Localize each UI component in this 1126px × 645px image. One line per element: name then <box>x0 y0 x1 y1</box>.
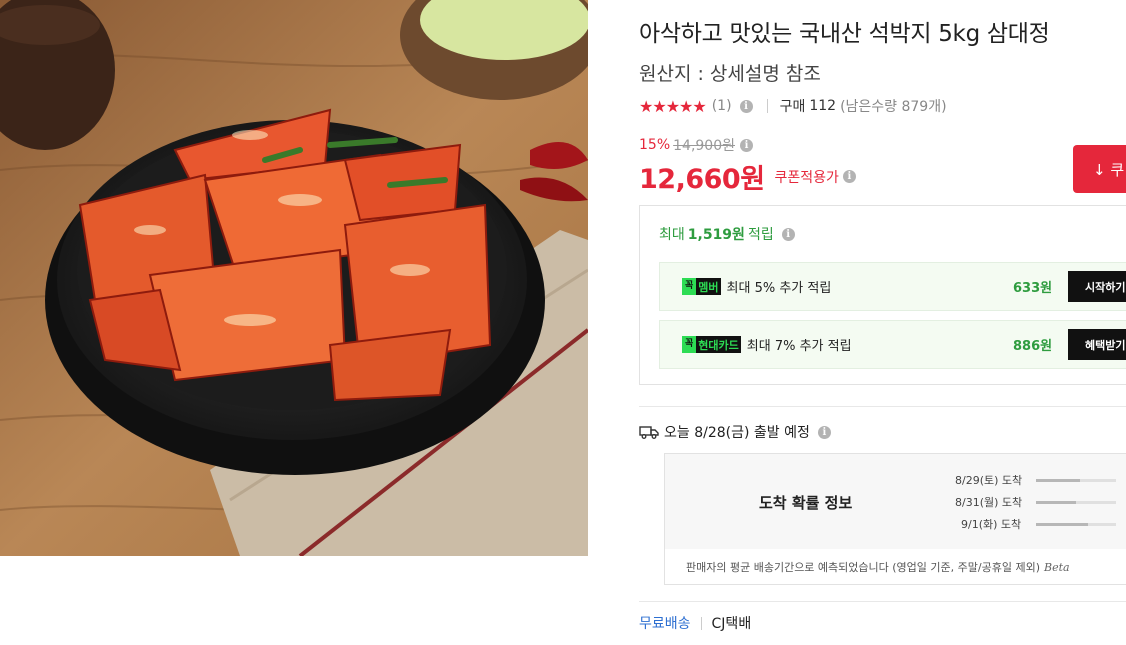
member-badge: 꼭 멤버 <box>682 278 721 295</box>
check-icon: 꼭 <box>682 336 697 353</box>
reward-max-amount: 1,519원 <box>687 227 745 243</box>
arrival-probability-bar <box>1036 479 1116 482</box>
reward-head-prefix: 최대 <box>659 227 685 243</box>
reward-summary: 최대 1,519원 적립 i <box>659 224 795 244</box>
arrival-note-text: 판매자의 평균 배송기간으로 예측되었습니다 (영업일 기준, 주말/공휴일 제… <box>686 561 1040 574</box>
price-row: 12,660원 쿠폰적용가 i <box>639 157 856 196</box>
badge-label: 멤버 <box>698 280 719 294</box>
arrival-date: 9/1(화) 도착 <box>961 518 1022 531</box>
coupon-download-button[interactable]: ↓ 쿠 <box>1073 145 1126 193</box>
arrival-probability-bar <box>1036 523 1116 526</box>
divider <box>700 616 702 630</box>
get-benefit-button[interactable]: 혜택받기 <box>1068 329 1126 360</box>
reward-desc: 최대 7% 추가 적립 <box>746 339 852 354</box>
product-origin: 원산지 : 상세설명 참조 <box>639 63 821 85</box>
start-button[interactable]: 시작하기 <box>1068 271 1126 302</box>
arrival-title: 도착 확률 정보 <box>759 494 853 512</box>
info-icon[interactable]: i <box>781 227 795 241</box>
coupon-price-label: 쿠폰적용가 <box>774 169 839 186</box>
divider <box>766 99 768 113</box>
original-price: 14,900원 <box>673 138 735 154</box>
info-icon[interactable]: i <box>842 170 856 183</box>
stock-remaining: (남은수량 879개) <box>840 99 947 115</box>
beta-label: Beta <box>1043 561 1070 574</box>
divider <box>639 406 1126 407</box>
departure-row: 오늘 8/28(금) 출발 예정 i <box>639 422 831 442</box>
reward-row-card: 꼭 현대카드 최대 7% 추가 적립 886원 혜택받기 <box>659 320 1126 369</box>
purchase-count: 112 <box>809 98 837 114</box>
card-badge: 꼭 현대카드 <box>682 336 741 353</box>
info-icon[interactable]: i <box>739 99 753 113</box>
reward-amount: 633원 <box>1013 281 1053 296</box>
purchase-label: 구매 <box>779 99 806 115</box>
discount-row: 15% 14,900원 i <box>639 135 753 155</box>
info-icon[interactable]: i <box>817 425 831 439</box>
departure-text: 오늘 8/28(금) 출발 예정 <box>664 425 810 441</box>
reward-amount: 886원 <box>1013 339 1053 354</box>
badge-label: 현대카드 <box>698 338 739 352</box>
arrival-probability-box: 도착 확률 정보 8/29(토) 도착 8/31(월) 도착 9/1(화) 도착… <box>664 453 1126 585</box>
check-icon: 꼭 <box>682 278 697 295</box>
review-count[interactable]: (1) <box>712 98 732 114</box>
arrival-probability-bar <box>1036 501 1116 504</box>
carrier-name: CJ택배 <box>711 616 752 632</box>
reward-head-suffix: 적립 <box>747 227 774 243</box>
arrival-panel: 도착 확률 정보 8/29(토) 도착 8/31(월) 도착 9/1(화) 도착 <box>665 454 1126 549</box>
reward-desc: 최대 5% 추가 적립 <box>726 281 832 296</box>
truck-icon <box>639 426 659 439</box>
sale-price: 12,660원 <box>639 164 765 195</box>
product-image <box>0 0 588 556</box>
shipping-methods: 무료배송 CJ택배 <box>639 613 751 633</box>
arrival-date: 8/31(월) 도착 <box>955 496 1023 509</box>
info-icon[interactable]: i <box>740 138 753 152</box>
arrival-date: 8/29(토) 도착 <box>955 474 1023 487</box>
free-shipping-link[interactable]: 무료배송 <box>639 613 691 633</box>
arrival-note: 판매자의 평균 배송기간으로 예측되었습니다 (영업일 기준, 주말/공휴일 제… <box>686 559 1070 575</box>
discount-rate: 15% <box>639 137 671 153</box>
reward-row-member: 꼭 멤버 최대 5% 추가 적립 633원 시작하기 <box>659 262 1126 311</box>
rating-row: ★★★★★ (1) i 구매 112 (남은수량 879개) <box>639 95 947 117</box>
divider <box>639 601 1126 602</box>
star-rating[interactable]: ★★★★★ <box>639 97 707 116</box>
reward-box: 최대 1,519원 적립 i 꼭 멤버 최대 5% 추가 적립 633원 시작하… <box>639 205 1126 385</box>
product-title: 아삭하고 맛있는 국내산 석박지 5kg 삼대정 <box>639 21 1050 47</box>
